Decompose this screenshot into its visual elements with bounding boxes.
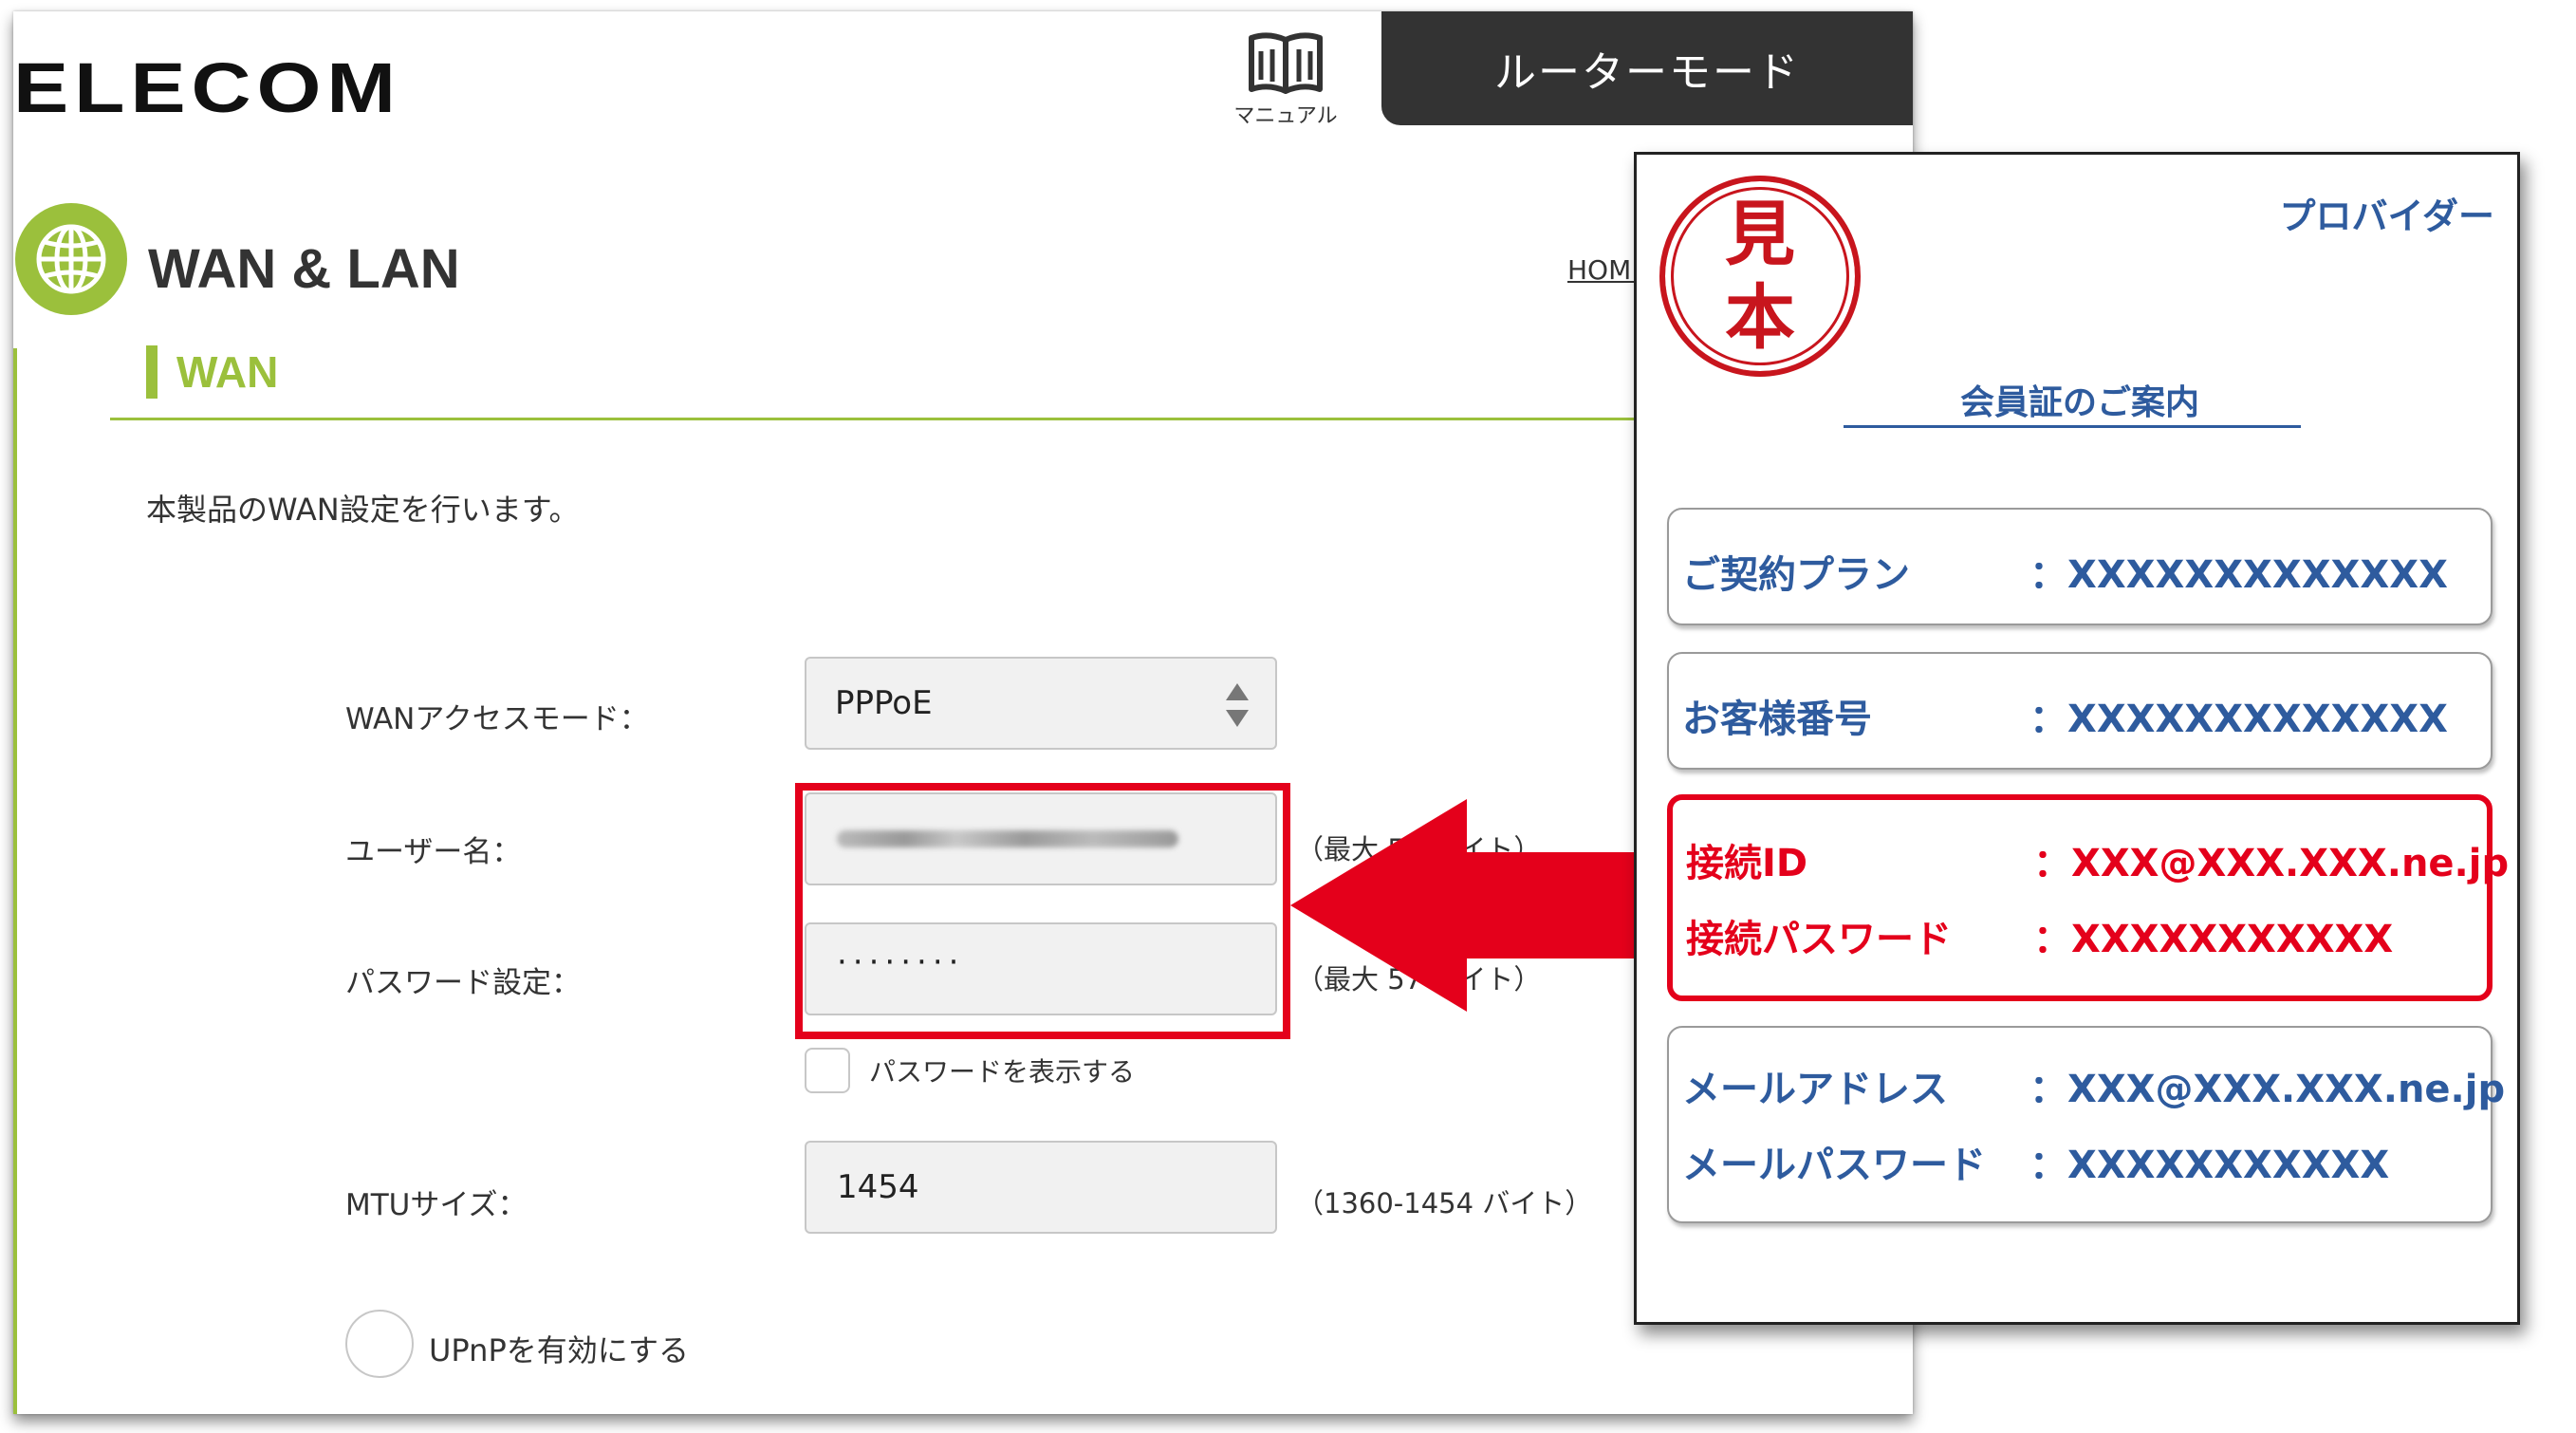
wan-mode-value: PPPoE [835,684,933,722]
router-admin-window: ELECOM マニュアル ルーターモード WAN & LAN HOME WAN … [13,11,1913,1414]
upnp-toggle[interactable] [345,1310,414,1378]
globe-icon [36,224,106,294]
wan-mode-label: WANアクセスモード： [345,702,649,736]
mtu-input[interactable]: 1454 [805,1141,1277,1234]
conn-id-row: 接続ID ：XXX@XXX.XXX.ne.jp [1686,832,2509,887]
stamp-char-bottom: 本 [1725,277,1795,359]
mail-pw-row: メールパスワード ：XXXXXXXXXXX [1682,1134,2389,1189]
stamp-char-top: 見 [1725,194,1795,275]
card-title-underline [1844,425,2301,428]
page-description: 本製品のWAN設定を行います。 [146,492,580,528]
customer-row: お客様番号 ：XXXXXXXXXXXXX [1682,688,2448,743]
upnp-label: UPnPを有効にする [429,1332,690,1368]
connection-box: 接続ID ：XXX@XXX.XXX.ne.jp 接続パスワード ：XXXXXXX… [1667,794,2509,1001]
mail-row: メールアドレス ：XXX@XXX.XXX.ne.jp [1682,1058,2505,1113]
customer-value: ：XXXXXXXXXXXXX [2029,698,2448,741]
username-label: ユーザー名： [345,835,522,869]
red-arrow-icon [1290,799,1689,1012]
sample-stamp: 見 本 [1659,176,1861,377]
customer-label: お客様番号 [1682,698,1872,741]
wan-mode-select[interactable]: PPPoE [805,657,1277,750]
conn-id-value: ：XXX@XXX.XXX.ne.jp [2033,842,2510,885]
manual-link[interactable]: マニュアル [1233,30,1338,129]
card-provider-name: プロバイダー [2279,195,2494,237]
conn-pw-label: 接続パスワード [1686,918,1952,961]
conn-pw-value: ：XXXXXXXXXXX [2033,918,2394,961]
elecom-logo: ELECOM [13,48,401,127]
select-arrows-icon [1226,683,1249,727]
mtu-label: MTUサイズ： [345,1188,528,1222]
mtu-hint: （1360-1454 バイト） [1296,1187,1593,1219]
mail-pw-label: メールパスワード [1682,1144,1986,1187]
show-password-label: パスワードを表示する [869,1056,1136,1088]
mtu-value: 1454 [837,1168,919,1206]
show-password-checkbox[interactable] [805,1048,850,1093]
conn-pw-row: 接続パスワード ：XXXXXXXXXXX [1686,908,2393,963]
plan-value: ：XXXXXXXXXXXXX [2029,553,2448,597]
credential-highlight-box [795,783,1290,1039]
plan-label: ご契約プラン [1682,553,1910,597]
router-mode-tab[interactable]: ルーターモード [1381,11,1913,125]
section-heading: WAN [146,345,278,399]
provider-member-card: 見 本 プロバイダー 会員証のご案内 ご契約プラン ：XXXXXXXXXXXXX… [1634,152,2520,1325]
card-title: 会員証のご案内 [1959,383,2199,422]
password-label: パスワード設定： [345,966,581,1000]
globe-badge [15,203,127,315]
mail-value: ：XXX@XXX.XXX.ne.jp [2029,1068,2506,1111]
plan-box: ご契約プラン ：XXXXXXXXXXXXX [1667,508,2493,625]
plan-row: ご契約プラン ：XXXXXXXXXXXXX [1682,544,2448,599]
mail-pw-value: ：XXXXXXXXXXX [2029,1144,2390,1187]
manual-label: マニュアル [1233,104,1338,128]
conn-id-label: 接続ID [1686,842,1808,885]
page-title: WAN & LAN [148,238,460,300]
mail-box: メールアドレス ：XXX@XXX.XXX.ne.jp メールパスワード ：XXX… [1667,1026,2505,1223]
customer-box: お客様番号 ：XXXXXXXXXXXXX [1667,652,2493,770]
book-icon [1249,32,1323,94]
mail-label: メールアドレス [1682,1068,1948,1111]
